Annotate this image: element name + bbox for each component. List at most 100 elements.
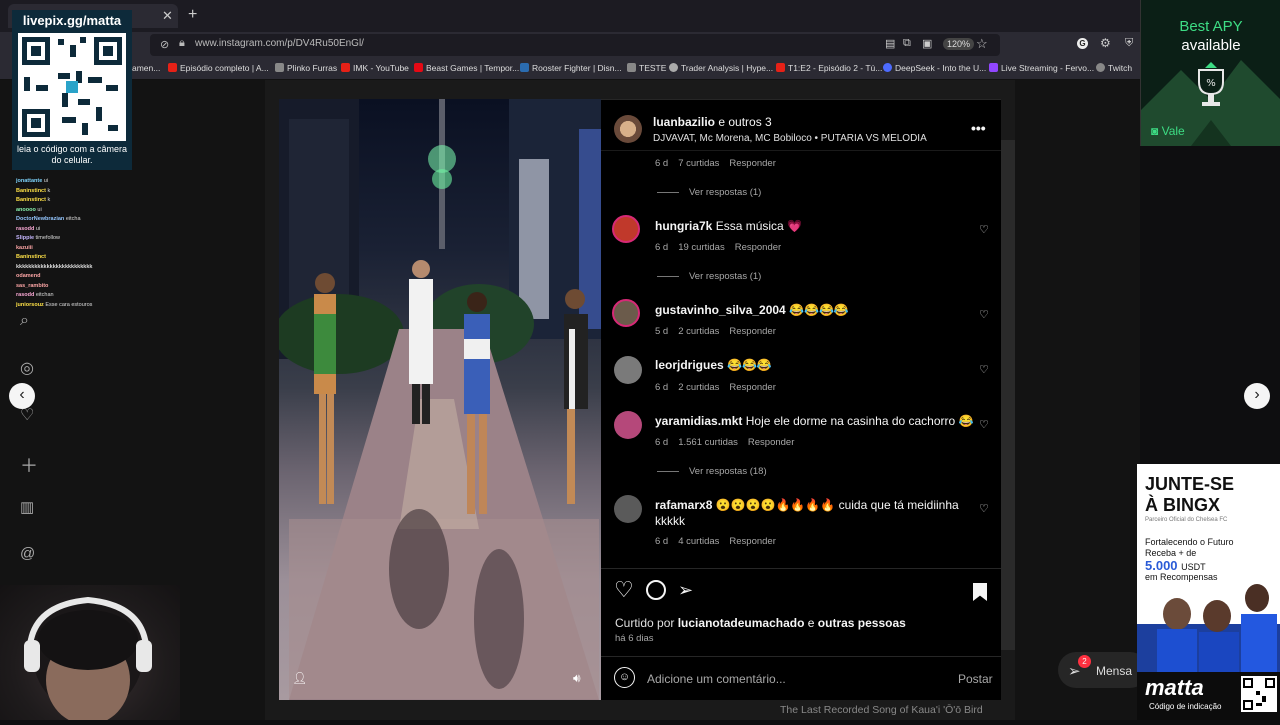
emoji-icon[interactable]: ☺ [614,667,635,688]
apy-brand: ◙ Vale [1151,124,1185,138]
view-replies-button[interactable]: Ver respostas (1) [657,271,761,282]
post-comment-button[interactable]: Postar [958,672,993,686]
post-author[interactable]: luanbazilio e outros 3 [653,115,772,129]
comment-avatar[interactable] [614,411,642,439]
comment-avatar[interactable] [612,299,640,327]
comment-meta: 6 d 19 curtidas Responder [655,242,782,253]
create-icon[interactable]: ＋ [20,452,38,478]
bookmark-item[interactable]: T1:E2 - Episódio 2 - Tú... [776,63,882,73]
extensions-icon[interactable]: ⚙ [1100,36,1111,50]
chat-text: k [45,187,51,194]
url-text: www.instagram.com/p/DV4Ru50EnGl/ [195,38,364,49]
streamer-webcam [0,585,180,725]
divider [601,99,1001,100]
bingx-ad[interactable]: JUNTE-SE À BINGX Parceiro Oficial do Che… [1137,464,1280,720]
next-post-button[interactable]: › [1244,383,1270,409]
author-avatar[interactable] [614,115,642,143]
explore-icon[interactable]: ◎ [20,358,34,378]
zoom-level[interactable]: 120% [943,38,975,50]
chat-text: Esse cara estouros [43,301,93,308]
bingx-subtitle: Parceiro Oficial do Chelsea FC [1145,517,1228,523]
new-tab-button[interactable]: + [188,6,197,24]
comment-meta: 6 d 1.561 curtidas Responder [655,437,795,448]
lock-icon[interactable]: 🔒︎ [179,37,185,50]
chat-message: kazuiii [16,245,33,251]
comment-input[interactable]: Adicione um comentário... [647,672,786,686]
liked-by[interactable]: Curtido por lucianotadeumachado e outras… [615,616,906,630]
chat-username: kazuiii [16,244,33,251]
bingx-line3: em Recompensas [1145,572,1218,582]
chat-message: jonattante ui [16,178,48,184]
audio-toggle-icon[interactable]: 🔊︎ [573,671,581,686]
bookmark-item[interactable]: IMK - YouTube [341,63,409,73]
view-replies-button[interactable]: Ver respostas (1) [657,187,761,198]
bookmark-folder[interactable]: TESTE [627,63,666,73]
like-comment-icon[interactable]: ♡ [979,502,989,515]
reader-view-icon[interactable]: ▤ [885,37,895,50]
chat-username: Slippie [16,235,35,241]
chat-message: Slippie timefollow [16,235,60,241]
matta-caption: Código de indicação [1149,702,1222,711]
chat-username: odamend [16,273,41,279]
qr-pattern [22,37,122,137]
chat-text: ui [42,178,49,184]
like-comment-icon[interactable]: ♡ [979,363,989,376]
picture-in-picture-icon[interactable]: ▣ [922,37,932,50]
bookmark-item[interactable]: Rooster Fighter | Disn... [520,63,622,73]
comment-avatar[interactable] [614,495,642,523]
like-comment-icon[interactable]: ♡ [979,223,989,236]
chat-text: k [45,197,51,203]
comment-meta: 6 d2 curtidas Responder [655,382,776,393]
chat-username: Baninstinct [16,254,46,260]
bookmark-item[interactable]: Twitch [1096,63,1132,73]
comment-icon[interactable] [646,580,666,600]
chat-message: rasodd eitchan [16,292,54,298]
share-icon[interactable]: ➢ [678,579,693,601]
user-tags-icon[interactable]: 👤︎ [292,671,307,685]
bookmark-item[interactable]: Episódio completo | A... [168,63,269,73]
donation-url: livepix.gg/matta [12,10,132,32]
comment-avatar[interactable] [612,215,640,243]
post-video[interactable] [279,99,601,700]
comment-body: yaramidias.mkt Hoje ele dorme na casinha… [655,414,974,428]
dashboard-icon[interactable]: ▥ [20,498,34,516]
more-options-icon[interactable]: ••• [971,120,986,136]
screenshot-icon[interactable]: ⧉ [903,37,911,50]
best-apy-ad[interactable]: Best APY available % ◙ Vale [1140,0,1280,146]
chat-username: anoooo [16,206,36,213]
svg-text:%: % [1206,78,1216,89]
post-audio[interactable]: DJVAVAT, Mc Morena, MC Bobiloco • PUTARI… [653,133,927,144]
comment-body: leorjdrigues 😂😂😂 [655,358,772,372]
chat-text: timefollow [34,235,61,241]
chat-text: eitcha [64,216,81,222]
apy-line1: Best APY [1179,18,1243,35]
previous-post-button[interactable]: ‹ [9,383,35,409]
like-comment-icon[interactable]: ♡ [979,418,989,431]
tracking-protection-icon[interactable]: ⊘ [160,38,169,51]
bookmark-item[interactable]: Beast Games | Tempor... [414,63,519,73]
shield-icon[interactable]: ⛨ [1125,37,1133,50]
bookmark-item[interactable]: Live Streaming - Fervo... [989,63,1094,73]
bookmark-item[interactable]: Trader Analysis | Hype... [669,63,773,73]
bookmark-item[interactable]: amen... [132,63,160,73]
comment-avatar[interactable] [614,356,642,384]
chat-username: jonattante [16,178,43,184]
bingx-line2: Receba + de [1145,548,1197,558]
chat-username: Baninstinct [16,187,46,194]
close-tab-icon[interactable]: ✕ [162,8,173,24]
grammarly-extension-icon[interactable]: G [1077,38,1088,49]
messages-label: Mensa [1096,664,1133,678]
bookmark-item[interactable]: DeepSeek - Into the U... [883,63,986,73]
view-replies-button[interactable]: Ver respostas (18) [657,466,767,477]
bookmark-star-icon[interactable]: ☆ [976,36,988,52]
chat-text: ui [35,206,42,213]
like-comment-icon[interactable]: ♡ [979,308,989,321]
comment-meta: 5 d2 curtidas Responder [655,326,776,337]
like-icon[interactable]: ♡ [614,578,634,602]
chat-message: rasodd ui [16,226,40,232]
chat-text: eitchan [34,292,54,298]
bookmark-item[interactable]: Plinko Furras [275,63,337,73]
comment-body: rafamarx8 😮😮😮😮🔥🔥🔥🔥 cuida que tá meidiinh… [655,498,959,512]
threads-icon[interactable]: @ [20,545,35,562]
search-icon[interactable]: ⌕ [20,312,29,330]
